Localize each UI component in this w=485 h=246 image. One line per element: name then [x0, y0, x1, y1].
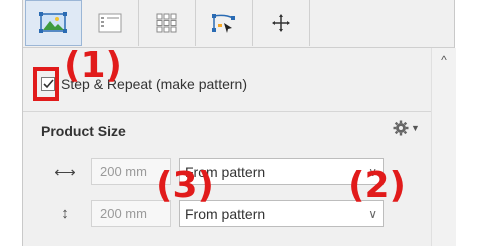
- width-row: ⟷ 200 mm From pattern ∨: [53, 158, 384, 185]
- settings-menu-button[interactable]: ▼: [393, 120, 420, 136]
- chevron-down-icon: ∨: [368, 206, 377, 221]
- tab-position[interactable]: [253, 0, 310, 46]
- section-divider: [23, 111, 431, 112]
- crosshair-icon: [271, 13, 291, 33]
- width-arrow-icon: ⟷: [54, 163, 76, 181]
- panel-frame: ^ Step & Repeat (make pattern) Product S…: [22, 0, 456, 246]
- highlight-box: [33, 67, 59, 101]
- tiles-icon: [156, 13, 178, 33]
- callout-3: (3): [156, 165, 214, 206]
- scroll-up-icon[interactable]: ^: [438, 54, 450, 66]
- image-frame-icon: [38, 12, 69, 34]
- toolbar-tabs: [23, 0, 454, 48]
- height-arrow-icon: ↕: [61, 205, 69, 222]
- tab-tiles[interactable]: [139, 0, 196, 46]
- gear-icon: [393, 120, 409, 136]
- vertical-scrollbar[interactable]: ^: [431, 48, 456, 246]
- callout-2: (2): [348, 165, 406, 206]
- tab-path[interactable]: [196, 0, 253, 46]
- layout-grid-icon: [98, 13, 122, 33]
- tab-layout[interactable]: [82, 0, 139, 46]
- height-row: ↕ 200 mm From pattern ∨: [53, 200, 384, 227]
- tab-image[interactable]: [25, 0, 82, 46]
- chevron-down-icon: ▼: [411, 123, 420, 133]
- callout-1: (1): [64, 45, 122, 86]
- height-mode-value: From pattern: [185, 205, 266, 222]
- path-edit-icon: [211, 12, 237, 34]
- product-size-title: Product Size: [41, 123, 126, 139]
